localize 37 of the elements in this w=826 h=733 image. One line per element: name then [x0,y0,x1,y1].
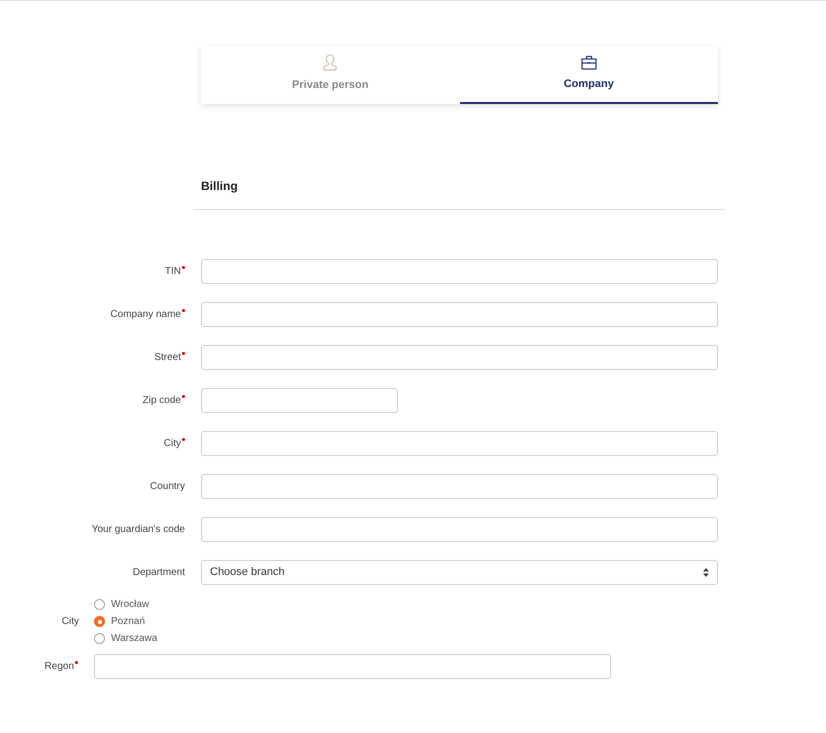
required-icon [182,395,185,398]
field-label: Street [0,350,185,365]
branch-select[interactable]: Choose branch [201,560,718,585]
field-label: Zip code [0,393,185,408]
radio-option[interactable]: Wrocław [94,598,158,611]
group-label: City [60,615,79,629]
radio-button[interactable] [94,633,105,644]
required-icon [182,352,185,355]
sort-icon [703,568,709,577]
field-label: Department [132,566,185,580]
field-label: Company name [0,307,185,322]
text-field[interactable] [201,431,718,456]
briefcase-icon [580,55,597,70]
radio-button[interactable] [94,599,105,610]
person-icon [323,54,338,72]
section-title: Billing [201,179,238,193]
required-icon [182,266,185,269]
field-label: TIN [0,264,185,279]
text-field[interactable] [201,345,718,370]
tab[interactable]: Private person [201,46,460,104]
required-icon [182,438,185,441]
radio-button[interactable] [94,616,105,627]
text-field[interactable] [94,654,611,679]
field-label: Regon [0,659,78,674]
field-label: City [0,436,185,451]
text-field[interactable] [201,388,398,413]
required-icon [75,661,78,664]
text-field[interactable] [201,302,718,327]
radio-option[interactable]: Poznań [94,615,158,628]
required-icon [182,309,185,312]
text-field[interactable] [201,517,718,542]
radio-option[interactable]: Warszawa [94,632,158,645]
field-label: Country [148,480,185,494]
text-field[interactable] [201,259,718,284]
tab[interactable]: Company [460,46,718,104]
field-label: Your guardian's code [90,523,185,537]
text-field[interactable] [201,474,718,499]
